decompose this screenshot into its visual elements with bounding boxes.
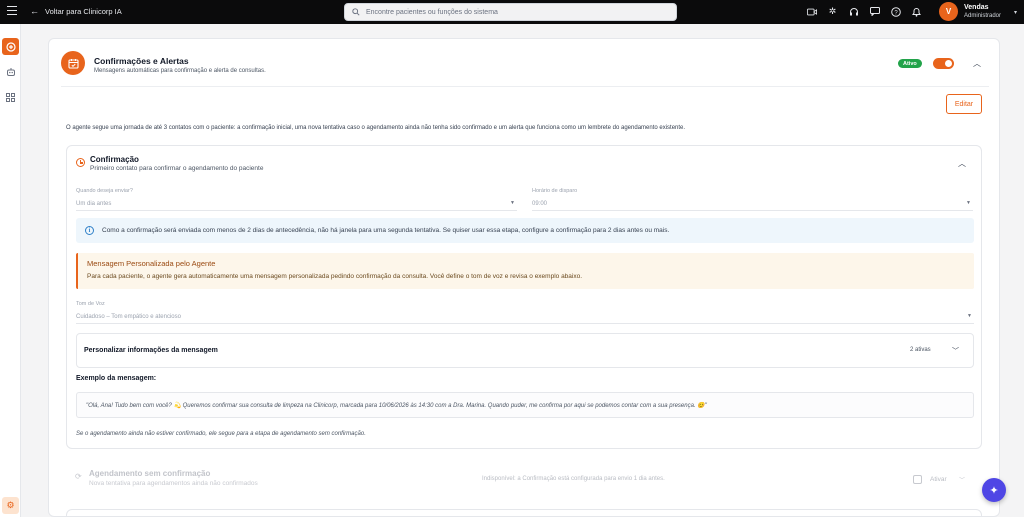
top-bar: ← Voltar para Clinicorp IA Encontre paci… bbox=[0, 0, 1024, 24]
search-input[interactable]: Encontre pacientes ou funções do sistema bbox=[344, 3, 677, 21]
example-message: "Olá, Ana! Tudo bem com você? 💫 Queremos… bbox=[86, 403, 707, 409]
no-confirmation-section: ⟳ Agendamento sem confirmação Nova tenta… bbox=[66, 459, 982, 499]
video-icon[interactable] bbox=[806, 6, 817, 17]
chevron-up-icon[interactable]: ︿ bbox=[958, 158, 966, 169]
next-section-card bbox=[66, 509, 982, 517]
section-subtitle: Nova tentativa para agendamentos ainda n… bbox=[89, 480, 258, 487]
chevron-down-icon: ﹀ bbox=[952, 348, 959, 355]
section-title: Agendamento sem confirmação bbox=[89, 469, 211, 478]
caret-down-icon: ▼ bbox=[966, 200, 971, 206]
left-rail: ⚙ bbox=[0, 24, 21, 517]
tone-select[interactable]: Cuidadoso – Tom empático e atencioso ▼ bbox=[76, 310, 974, 324]
user-name: Vendas bbox=[964, 4, 989, 11]
activate-checkbox[interactable] bbox=[913, 475, 922, 484]
active-count: 2 ativas bbox=[910, 347, 931, 353]
user-menu[interactable]: V Vendas Administrador bbox=[939, 2, 1001, 21]
when-value: Um dia antes bbox=[76, 200, 112, 207]
ai-assistant-button[interactable]: ✦ bbox=[982, 478, 1006, 502]
tone-label: Tom de Voz bbox=[76, 301, 105, 307]
user-role: Administrador bbox=[964, 13, 1002, 19]
search-placeholder: Encontre pacientes ou funções do sistema bbox=[366, 8, 498, 16]
card-description: O agente segue uma jornada de até 3 cont… bbox=[66, 125, 686, 131]
unavailable-note: Indisponível: a Confirmação está configu… bbox=[482, 476, 665, 482]
apps-icon[interactable] bbox=[2, 89, 19, 106]
example-message-box: "Olá, Ana! Tudo bem com você? 💫 Queremos… bbox=[76, 392, 974, 418]
notice-title: Mensagem Personalizada pelo Agente bbox=[87, 259, 216, 268]
bell-icon[interactable] bbox=[911, 6, 922, 17]
menu-icon[interactable] bbox=[7, 6, 17, 15]
active-toggle[interactable] bbox=[933, 58, 954, 69]
divider bbox=[61, 86, 989, 87]
sparkle-icon: ✦ bbox=[989, 484, 999, 497]
plus-circle-icon[interactable] bbox=[2, 38, 19, 55]
section-subtitle: Primeiro contato para confirmar o agenda… bbox=[90, 165, 264, 172]
personalize-accordion[interactable]: Personalizar informações da mensagem 2 a… bbox=[76, 333, 974, 368]
search-icon bbox=[352, 8, 360, 16]
info-alert: i Como a confirmação será enviada com me… bbox=[76, 218, 974, 243]
gear-icon[interactable]: ⚙ bbox=[2, 497, 19, 514]
help-icon[interactable]: ? bbox=[890, 6, 901, 17]
card-title: Confirmações e Alertas bbox=[94, 56, 189, 66]
confirmations-card: Confirmações e Alertas Mensagens automát… bbox=[48, 38, 1000, 517]
time-value: 09:00 bbox=[532, 200, 548, 207]
refresh-icon: ⟳ bbox=[75, 472, 82, 481]
section-title: Confirmação bbox=[90, 155, 139, 164]
chevron-up-icon[interactable]: ︿ bbox=[973, 58, 981, 69]
chevron-down-icon[interactable]: ﹀ bbox=[959, 475, 965, 484]
confirmation-section: Confirmação Primeiro contato para confir… bbox=[66, 145, 982, 449]
time-label: Horário de disparo bbox=[532, 188, 578, 194]
when-label: Quando deseja enviar? bbox=[76, 188, 133, 194]
calendar-check-icon bbox=[61, 51, 85, 75]
when-select[interactable]: Um dia antes ▼ bbox=[76, 197, 517, 211]
headset-icon[interactable] bbox=[848, 6, 859, 17]
activate-label: Ativar bbox=[930, 476, 947, 483]
chat-icon[interactable] bbox=[869, 6, 880, 17]
info-text: Como a confirmação será enviada com meno… bbox=[102, 227, 670, 234]
robot-icon[interactable] bbox=[2, 63, 19, 80]
example-title: Exemplo da mensagem: bbox=[76, 375, 157, 382]
clock-icon bbox=[76, 158, 85, 167]
tone-value: Cuidadoso – Tom empático e atencioso bbox=[76, 313, 181, 320]
agent-message-notice: Mensagem Personalizada pelo Agente Para … bbox=[76, 253, 974, 289]
time-select[interactable]: 09:00 ▼ bbox=[532, 197, 973, 211]
status-badge: Ativo bbox=[898, 59, 922, 68]
notice-text: Para cada paciente, o agente gera automa… bbox=[87, 273, 583, 280]
info-icon: i bbox=[85, 226, 94, 235]
sparkle-icon[interactable]: ✲ bbox=[827, 6, 838, 17]
edit-button[interactable]: Editar bbox=[946, 94, 982, 114]
chevron-down-icon[interactable]: ▾ bbox=[1014, 9, 1017, 16]
back-link[interactable]: ← Voltar para Clinicorp IA bbox=[30, 6, 122, 16]
avatar: V bbox=[939, 2, 958, 21]
card-subtitle: Mensagens automáticas para confirmação e… bbox=[94, 68, 266, 74]
back-label: Voltar para Clinicorp IA bbox=[45, 6, 122, 16]
caret-down-icon: ▼ bbox=[967, 313, 972, 319]
caret-down-icon: ▼ bbox=[510, 200, 515, 206]
arrow-left-icon: ← bbox=[30, 6, 39, 16]
personalize-title: Personalizar informações da mensagem bbox=[84, 347, 218, 354]
footnote: Se o agendamento ainda não estiver confi… bbox=[76, 431, 366, 437]
